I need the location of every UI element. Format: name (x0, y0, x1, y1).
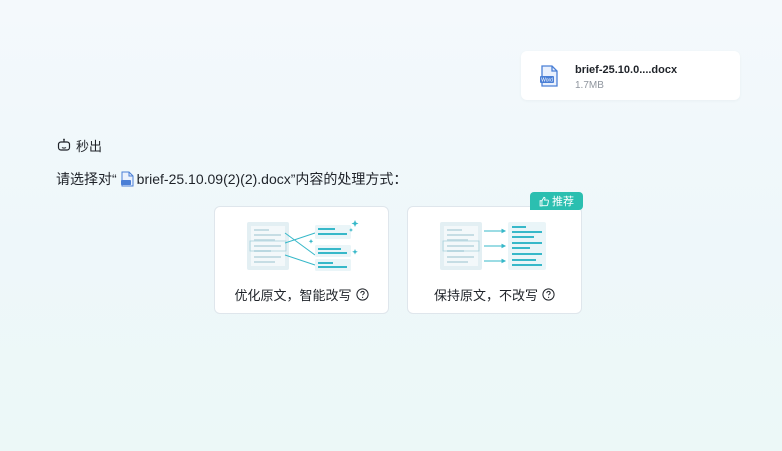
recommended-badge: 推荐 (530, 192, 583, 210)
option-rewrite-text: 优化原文，智能改写 (234, 288, 352, 303)
status-text: 秒出 (76, 138, 103, 154)
word-label: Word (541, 78, 553, 84)
word-doc-icon (120, 171, 134, 187)
prompt-suffix: ”内容的处理方式： (290, 171, 408, 187)
rewrite-illustration (247, 220, 359, 271)
question-circle-icon[interactable] (542, 288, 555, 301)
option-rewrite-label: 优化原文，智能改写 (215, 285, 388, 304)
option-rewrite-card[interactable]: 优化原文，智能改写 (214, 206, 389, 314)
keep-original-illustration (440, 222, 546, 270)
option-keep-original-label: 保持原文，不改写 (408, 285, 581, 304)
option-keep-original-card[interactable]: 保持原文，不改写 (407, 206, 582, 314)
prompt-filename: brief-25.10.09(2)(2).docx (136, 171, 291, 187)
status-line: 秒出 (57, 137, 103, 154)
question-circle-icon[interactable] (355, 288, 369, 301)
prompt-prefix: 请选择对“ (56, 171, 117, 187)
file-name: brief-25.10.0....docx (575, 64, 678, 76)
recommended-badge-text: 推荐 (552, 196, 574, 208)
file-attachment-card[interactable]: Word brief-25.10.0....docx 1.7MB (521, 51, 740, 100)
option-keep-original-text: 保持原文，不改写 (433, 288, 538, 303)
word-doc-icon: Word (540, 65, 558, 87)
prompt-line: 请选择对“ brief-25.10.09(2)(2).docx ”内容的处理方式… (56, 170, 407, 188)
file-size: 1.7MB (575, 80, 604, 91)
thinking-icon (57, 138, 71, 151)
thumbs-up-icon (539, 196, 549, 206)
